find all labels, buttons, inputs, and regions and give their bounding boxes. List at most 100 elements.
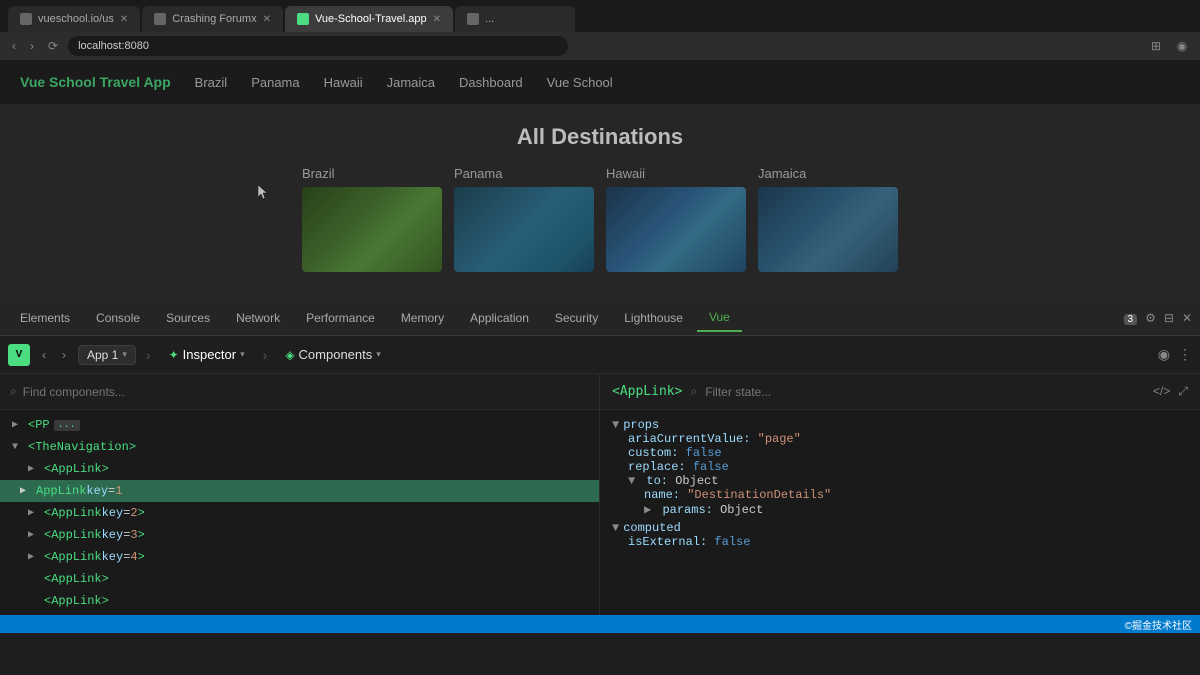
vue-toolbar: V ‹ › App 1 ▾ › ✦ Inspector ▾ › ◈ Compon…: [0, 336, 1200, 374]
tab-2[interactable]: Crashing Forumx ✕: [142, 6, 283, 32]
vue-forward-button[interactable]: ›: [58, 346, 70, 364]
url-bar[interactable]: localhost:8080: [68, 36, 568, 56]
prop-params-toggle-icon: ▶: [644, 503, 651, 517]
vue-panel: V ‹ › App 1 ▾ › ✦ Inspector ▾ › ◈ Compon…: [0, 336, 1200, 615]
forward-button[interactable]: ›: [26, 37, 38, 55]
dest-name-brazil: Brazil: [302, 166, 442, 181]
nav-link-jamaica[interactable]: Jamaica: [387, 75, 435, 90]
browser-actions: ⊞ ◉: [1146, 36, 1192, 56]
badge: 3: [1124, 314, 1138, 325]
nav-link-brazil[interactable]: Brazil: [195, 75, 228, 90]
devtools-tab-lighthouse[interactable]: Lighthouse: [612, 304, 695, 332]
tree-item-applink-1[interactable]: ▶ AppLink key=1: [0, 480, 599, 502]
nav-link-panama[interactable]: Panama: [251, 75, 299, 90]
prop-to-value: Object: [675, 474, 718, 488]
destination-card-hawaii[interactable]: Hawaii: [606, 166, 746, 272]
prop-params[interactable]: ▶ params: Object: [644, 502, 1188, 517]
toggle-applink-1: ▶: [20, 485, 32, 497]
tag-applink-2-name: <AppLink: [44, 506, 102, 520]
bottom-bar: ©掘金技术社区: [0, 615, 1200, 633]
devtools-tab-performance[interactable]: Performance: [294, 304, 387, 332]
tree-item-applink-4[interactable]: ▶ <AppLink key=4>: [0, 546, 599, 568]
devtools-tab-memory[interactable]: Memory: [389, 304, 456, 332]
filter-state-input[interactable]: [705, 385, 1145, 399]
tab-close-3[interactable]: ✕: [433, 14, 441, 25]
destination-card-jamaica[interactable]: Jamaica: [758, 166, 898, 272]
devtools-tab-elements[interactable]: Elements: [8, 304, 82, 332]
computed-body: isExternal: false: [612, 535, 1188, 549]
devtools-tab-network[interactable]: Network: [224, 304, 292, 332]
left-panel: ⌕ ▶ <PP ... ▼ <TheNavigation>: [0, 374, 600, 615]
devtools-icons: 3 ⚙ ⊟ ✕: [1120, 311, 1192, 325]
destination-card-panama[interactable]: Panama: [454, 166, 594, 272]
more-icon[interactable]: ⋮: [1178, 346, 1192, 363]
props-header[interactable]: ▼ props: [612, 418, 1188, 432]
inspector-icon: ✦: [169, 348, 179, 362]
computed-is-external: isExternal: false: [628, 535, 1188, 549]
dest-name-jamaica: Jamaica: [758, 166, 898, 181]
inspector-button[interactable]: ✦ Inspector ▾: [161, 345, 253, 364]
prop-to[interactable]: ▼ to: Object: [628, 474, 1188, 488]
tab-favicon-2: [154, 13, 166, 25]
external-link-icon[interactable]: ⤢: [1178, 384, 1188, 399]
tab-3[interactable]: Vue-School-Travel.app ✕: [285, 6, 453, 32]
devtools-tab-security[interactable]: Security: [543, 304, 610, 332]
tree-item-applink-2[interactable]: ▶ <AppLink key=2>: [0, 502, 599, 524]
tag-applink-1-val: 1: [115, 484, 122, 498]
devtools-settings-icon[interactable]: ⚙: [1145, 311, 1156, 325]
computed-header[interactable]: ▼ computed: [612, 521, 1188, 535]
url-text: localhost:8080: [78, 40, 149, 52]
computed-toggle-icon: ▼: [612, 521, 619, 535]
dest-name-panama: Panama: [454, 166, 594, 181]
tab-4[interactable]: ...: [455, 6, 575, 32]
app-body: All Destinations Brazil Panama Hawaii Ja…: [0, 104, 1200, 272]
tree-item-applink-3[interactable]: ▶ <AppLink key=3>: [0, 524, 599, 546]
vue-back-button[interactable]: ‹: [38, 346, 50, 364]
prop-name-key: name:: [644, 488, 680, 502]
nav-link-dashboard[interactable]: Dashboard: [459, 75, 523, 90]
tab-close-2[interactable]: ✕: [263, 14, 271, 25]
computed-is-external-value: false: [714, 535, 750, 549]
inspector-label: Inspector: [183, 347, 236, 362]
reload-button[interactable]: ⟳: [44, 37, 62, 55]
selected-component-label: <AppLink>: [612, 384, 682, 399]
tree-item-applink-6[interactable]: <AppLink>: [0, 590, 599, 612]
nav-link-vueschool[interactable]: Vue School: [547, 75, 613, 90]
devtools-tab-vue[interactable]: Vue: [697, 304, 742, 332]
eye-icon[interactable]: ◉: [1158, 346, 1170, 363]
vue-app-selector[interactable]: App 1 ▾: [78, 345, 136, 365]
computed-label: computed: [623, 521, 681, 535]
tree-item-applink-0[interactable]: ▶ <AppLink>: [0, 458, 599, 480]
destination-card-brazil[interactable]: Brazil: [302, 166, 442, 272]
profile-button[interactable]: ◉: [1172, 36, 1192, 56]
devtools-badge: 3: [1120, 311, 1138, 325]
tree-item-pp[interactable]: ▶ <PP ...: [0, 414, 599, 436]
tab-1[interactable]: vueschool.io/us ✕: [8, 6, 140, 32]
tree-item-routerview[interactable]: ▼ <RouterView>: [0, 612, 599, 615]
back-button[interactable]: ‹: [8, 37, 20, 55]
code-icon[interactable]: </>: [1153, 384, 1170, 399]
prop-to-toggle-icon: ▼: [628, 474, 635, 488]
devtools-tab-console[interactable]: Console: [84, 304, 152, 332]
panel-body: ⌕ ▶ <PP ... ▼ <TheNavigation>: [0, 374, 1200, 615]
devtools-close-icon[interactable]: ✕: [1182, 311, 1192, 325]
prop-name: name: "DestinationDetails": [644, 488, 1188, 502]
props-toggle-icon: ▼: [612, 418, 619, 432]
dest-image-hawaii: [606, 187, 746, 272]
address-bar: ‹ › ⟳ localhost:8080 ⊞ ◉: [0, 32, 1200, 60]
extensions-button[interactable]: ⊞: [1146, 36, 1166, 56]
equals-1: =: [108, 484, 115, 498]
nav-link-hawaii[interactable]: Hawaii: [324, 75, 363, 90]
devtools-tab-application[interactable]: Application: [458, 304, 541, 332]
devtools-tab-sources[interactable]: Sources: [154, 304, 222, 332]
devtools-dock-icon[interactable]: ⊟: [1164, 311, 1174, 325]
tree-item-applink-5[interactable]: <AppLink>: [0, 568, 599, 590]
vue-toolbar-right: ◉ ⋮: [1158, 346, 1192, 363]
props-label: props: [623, 418, 659, 432]
search-input[interactable]: [23, 385, 589, 399]
tab-favicon-1: [20, 13, 32, 25]
tree-item-navigation[interactable]: ▼ <TheNavigation>: [0, 436, 599, 458]
tab-close-1[interactable]: ✕: [120, 14, 128, 25]
components-button[interactable]: ◈ Components ▾: [277, 345, 388, 364]
dest-image-panama: [454, 187, 594, 272]
